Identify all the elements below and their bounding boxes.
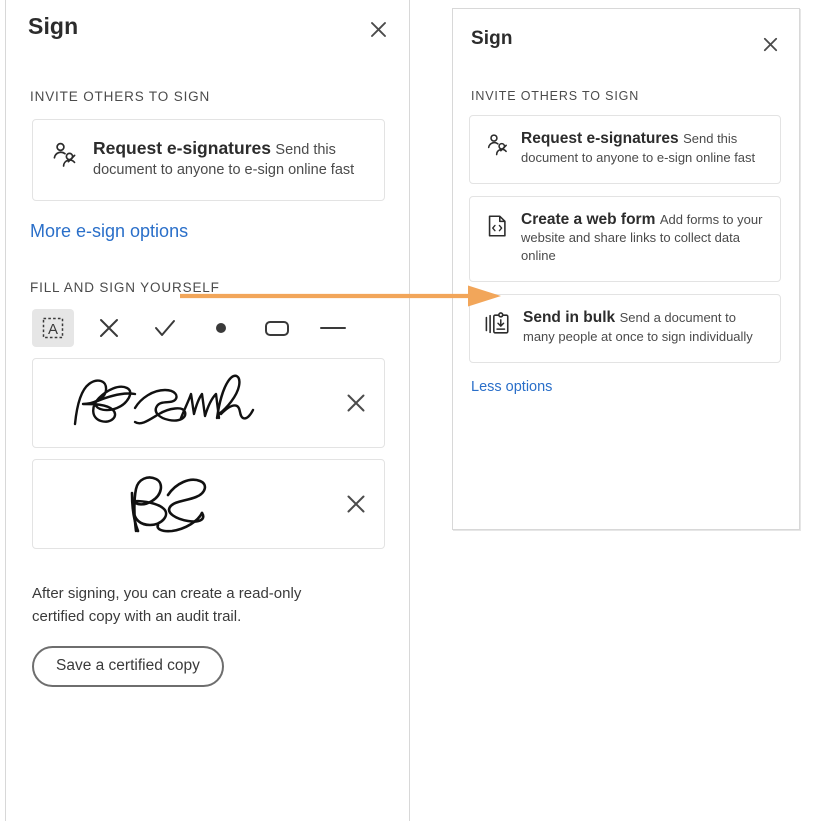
add-cross-icon-glyph xyxy=(100,319,118,338)
certified-copy-note: After signing, you can create a read-onl… xyxy=(32,585,302,625)
request-esignatures-icon xyxy=(484,132,510,158)
close-icon[interactable] xyxy=(757,31,783,57)
add-dot-icon[interactable] xyxy=(200,309,242,347)
close-icon xyxy=(347,394,365,412)
add-text-icon[interactable]: A xyxy=(32,309,74,348)
add-dot-icon-glyph xyxy=(216,323,226,334)
close-icon-glyph xyxy=(763,37,777,51)
save-certified-copy-button[interactable]: Save a certified copy xyxy=(32,646,224,688)
section-label-invite-others: INVITE OTHERS TO SIGN xyxy=(30,89,211,104)
add-cross-icon[interactable] xyxy=(88,309,130,347)
option-title: Send in bulk xyxy=(523,309,616,327)
page-title: Sign xyxy=(28,13,79,39)
add-rectangle-icon-glyph xyxy=(265,321,289,337)
request-esignatures-icon xyxy=(49,140,79,170)
more-esign-options-link[interactable]: More e-sign options xyxy=(30,221,188,242)
option-card-request-esignatures[interactable]: Request e-signatures Send this document … xyxy=(32,119,385,202)
panel-header: Sign xyxy=(6,0,409,42)
section-label-invite-others: INVITE OTHERS TO SIGN xyxy=(471,89,640,103)
option-title: Request e-signatures xyxy=(521,130,679,147)
sign-panel-right-expanded: Sign INVITE OTHERS TO SIGN Request e-sig… xyxy=(452,8,800,530)
option-title: Create a web form xyxy=(521,210,656,228)
add-rectangle-icon[interactable] xyxy=(256,309,298,347)
option-card-send-in-bulk[interactable]: Send in bulk Send a document to many peo… xyxy=(469,294,781,363)
option-text: Create a web form Add forms to your webs… xyxy=(521,211,768,266)
send-in-bulk-icon xyxy=(484,311,512,337)
page-title: Sign xyxy=(471,28,513,49)
delete-signature-button[interactable] xyxy=(328,359,384,447)
delete-initials-button[interactable] xyxy=(328,460,384,548)
saved-signature-row[interactable] xyxy=(32,358,385,449)
close-icon[interactable] xyxy=(365,16,391,42)
panel-header: Sign xyxy=(453,9,799,57)
add-line-icon[interactable] xyxy=(312,309,354,347)
fill-and-sign-toolbar: A xyxy=(32,309,409,348)
option-text: Request e-signatures Send this document … xyxy=(521,130,768,167)
close-icon xyxy=(347,495,365,513)
saved-initials-image xyxy=(33,460,328,548)
option-card-request-esignatures[interactable]: Request e-signatures Send this document … xyxy=(469,115,781,184)
add-text-icon-glyph: A xyxy=(42,317,64,339)
option-title: Request e-signatures xyxy=(93,138,271,158)
sign-panel-left: Sign INVITE OTHERS TO SIGN Request e-sig… xyxy=(5,0,410,821)
saved-signature-image xyxy=(33,359,328,447)
add-line-icon-glyph xyxy=(320,327,346,330)
section-label-fill-and-sign: FILL AND SIGN YOURSELF xyxy=(30,280,220,296)
less-options-link[interactable]: Less options xyxy=(471,379,552,395)
saved-initials-row[interactable] xyxy=(32,459,385,550)
add-checkmark-icon-glyph xyxy=(155,320,175,337)
option-card-create-web-form[interactable]: Create a web form Add forms to your webs… xyxy=(469,195,781,283)
add-checkmark-icon[interactable] xyxy=(144,309,186,347)
option-text: Request e-signatures Send this document … xyxy=(93,138,368,180)
close-icon-glyph xyxy=(370,21,386,37)
option-text: Send in bulk Send a document to many peo… xyxy=(523,309,768,346)
svg-text:A: A xyxy=(48,321,58,338)
web-form-icon xyxy=(484,213,510,239)
